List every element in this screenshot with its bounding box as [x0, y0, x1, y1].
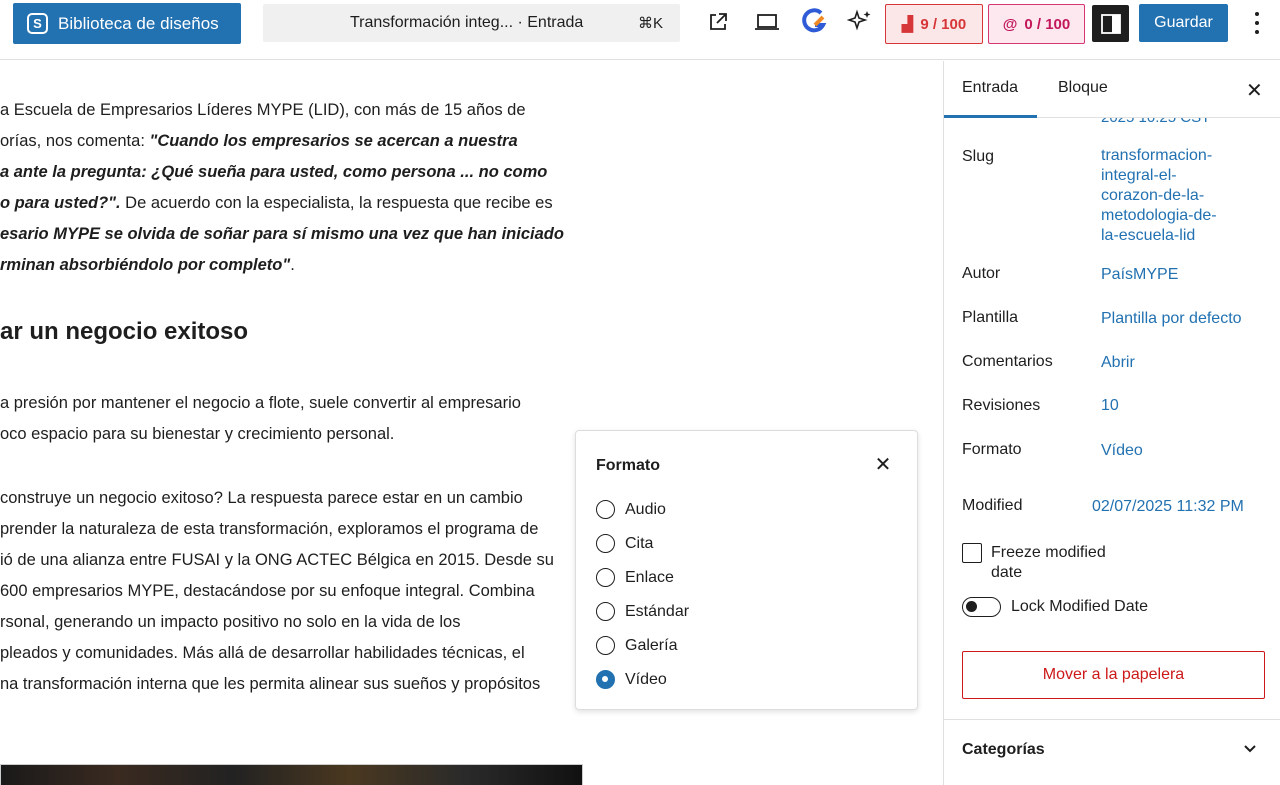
video-block-thumbnail[interactable] — [0, 764, 583, 785]
paragraph-line[interactable]: construye un negocio exitoso? La respues… — [0, 483, 523, 514]
sidebar-tabs: Entrada Bloque ✕ — [944, 61, 1280, 118]
paragraph-line[interactable]: orías, nos comenta: "Cuando los empresar… — [0, 126, 518, 157]
paragraph-line[interactable]: rminan absorbiéndolo por completo". — [0, 250, 295, 281]
more-options-icon[interactable] — [1247, 10, 1267, 36]
close-icon[interactable]: ✕ — [873, 455, 893, 475]
seo-chart-icon: ▟ — [901, 16, 914, 33]
quote-run: "Cuando los empresarios se acercan a nue… — [149, 132, 518, 150]
quote-run: a ante la pregunta: ¿Qué sueña para uste… — [0, 163, 548, 181]
paragraph-line[interactable]: esario MYPE se olvida de soñar para sí m… — [0, 219, 564, 250]
command-palette-bar[interactable]: Transformación integ... · Entrada ⌘K — [263, 4, 680, 42]
format-option-label: Vídeo — [625, 670, 667, 688]
modified-label: Modified — [962, 497, 1023, 514]
paragraph-line[interactable]: a ante la pregunta: ¿Qué sueña para uste… — [0, 157, 547, 188]
pattern-library-button[interactable]: S Biblioteca de diseños — [13, 3, 241, 44]
section-heading[interactable]: ar un negocio exitoso — [0, 318, 248, 346]
lock-modified-toggle[interactable] — [962, 597, 1001, 617]
paragraph-line[interactable]: 600 empresarios MYPE, destacándose por s… — [0, 576, 535, 607]
laptop-preview-icon[interactable] — [753, 8, 781, 36]
paragraph-line[interactable]: o para usted?". De acuerdo con la especi… — [0, 188, 553, 219]
radio-button[interactable] — [596, 534, 615, 553]
tab-bloque[interactable]: Bloque — [1058, 79, 1108, 97]
post-summary-panel: 2025 10:25 CST Slug transformacion- inte… — [944, 118, 1280, 718]
text-run: . — [290, 256, 295, 274]
radio-button[interactable] — [596, 568, 615, 587]
at-sign-icon: @ — [1002, 15, 1018, 33]
template-label: Plantilla — [962, 309, 1019, 326]
radio-button[interactable] — [596, 602, 615, 621]
quote-run: esario MYPE se olvida de soñar para sí m… — [0, 225, 564, 243]
author-label: Autor — [962, 265, 1001, 282]
format-option-label: Galería — [625, 636, 678, 654]
format-option-cita[interactable]: Cita — [596, 534, 653, 553]
move-to-trash-button[interactable]: Mover a la papelera — [962, 651, 1265, 699]
slug-value[interactable]: transformacion- integral-el- corazon-de-… — [1101, 146, 1217, 246]
command-shortcut: ⌘K — [637, 15, 663, 32]
categories-panel-title[interactable]: Categorías — [962, 741, 1045, 759]
paragraph-line[interactable]: prender la naturaleza de esta transforma… — [0, 514, 538, 545]
author-value[interactable]: PaísMYPE — [1101, 265, 1178, 285]
freeze-modified-checkbox[interactable] — [962, 543, 982, 563]
format-option-label: Audio — [625, 500, 666, 518]
slug-label: Slug — [962, 148, 995, 165]
freeze-modified-label: Freeze modified date — [991, 544, 1106, 581]
paragraph-line[interactable]: ió de una alianza entre FUSAI y la ONG A… — [0, 545, 554, 576]
comments-value[interactable]: Abrir — [1101, 353, 1135, 373]
paragraph-line[interactable]: oco espacio para su bienestar y crecimie… — [0, 419, 394, 450]
close-icon[interactable]: ✕ — [1246, 78, 1263, 103]
paragraph-line[interactable]: a presión por mantener el negocio a flot… — [0, 388, 521, 419]
divider — [944, 719, 1280, 720]
format-option-label: Enlace — [625, 568, 674, 586]
paragraph-line[interactable]: rsonal, generando un impacto positivo no… — [0, 607, 460, 638]
chevron-down-icon[interactable] — [1242, 741, 1258, 757]
paragraph-line[interactable]: pleados y comunidades. Más allá de desar… — [0, 638, 525, 669]
modified-value[interactable]: 02/07/2025 11:32 PM — [1092, 497, 1244, 517]
format-option-galeria[interactable]: Galería — [596, 636, 677, 655]
radio-button-checked[interactable] — [596, 670, 615, 689]
ai-sparkles-icon[interactable] — [846, 8, 874, 36]
external-link-icon[interactable] — [704, 8, 732, 36]
revisions-label: Revisiones — [962, 397, 1041, 414]
format-popover: Formato ✕ Audio Cita Enlace Estándar Gal… — [575, 430, 918, 710]
template-value[interactable]: Plantilla por defecto — [1101, 309, 1242, 329]
editor-header: S Biblioteca de diseños Transformación i… — [0, 0, 1280, 60]
publish-date-value[interactable]: 2025 10:25 CST — [1101, 118, 1210, 126]
popover-title: Formato — [596, 457, 660, 474]
radio-button[interactable] — [596, 636, 615, 655]
pattern-library-label: Biblioteca de diseños — [58, 13, 219, 33]
format-option-audio[interactable]: Audio — [596, 500, 666, 519]
quote-run: o para usted?". — [0, 194, 121, 212]
format-option-label: Estándar — [625, 602, 690, 620]
document-title: Transformación integ... · Entrada — [350, 14, 584, 31]
radio-button[interactable] — [596, 500, 615, 519]
seo-score-value: 9 / 100 — [920, 15, 967, 33]
save-button[interactable]: Guardar — [1139, 4, 1228, 42]
format-value[interactable]: Vídeo — [1101, 441, 1143, 461]
grammar-plugin-icon[interactable] — [801, 8, 829, 36]
library-icon: S — [27, 13, 48, 34]
settings-sidebar: Entrada Bloque ✕ 2025 10:25 CST Slug tra… — [943, 61, 1280, 785]
text-run: De acuerdo con la especialista, la respu… — [120, 194, 553, 212]
revisions-value[interactable]: 10 — [1101, 396, 1119, 416]
settings-panel-toggle[interactable] — [1092, 5, 1129, 42]
sidebar-icon — [1100, 13, 1121, 34]
paragraph-line[interactable]: na transformación interna que les permit… — [0, 669, 540, 700]
readability-score-badge[interactable]: @ 0 / 100 — [988, 4, 1085, 44]
format-option-enlace[interactable]: Enlace — [596, 568, 674, 587]
quote-run: rminan absorbiéndolo por completo" — [0, 256, 291, 274]
text-run: orías, nos comenta: — [0, 132, 150, 150]
comments-label: Comentarios — [962, 353, 1053, 370]
format-option-video[interactable]: Vídeo — [596, 670, 667, 689]
paragraph-line[interactable]: a Escuela de Empresarios Líderes MYPE (L… — [0, 95, 526, 126]
lock-modified-label: Lock Modified Date — [1011, 598, 1148, 615]
tab-entrada[interactable]: Entrada — [962, 79, 1018, 97]
format-option-label: Cita — [625, 534, 654, 552]
seo-score-badge[interactable]: ▟ 9 / 100 — [885, 4, 983, 44]
format-label: Formato — [962, 441, 1022, 458]
format-option-estandar[interactable]: Estándar — [596, 602, 689, 621]
readability-score-value: 0 / 100 — [1024, 15, 1071, 33]
